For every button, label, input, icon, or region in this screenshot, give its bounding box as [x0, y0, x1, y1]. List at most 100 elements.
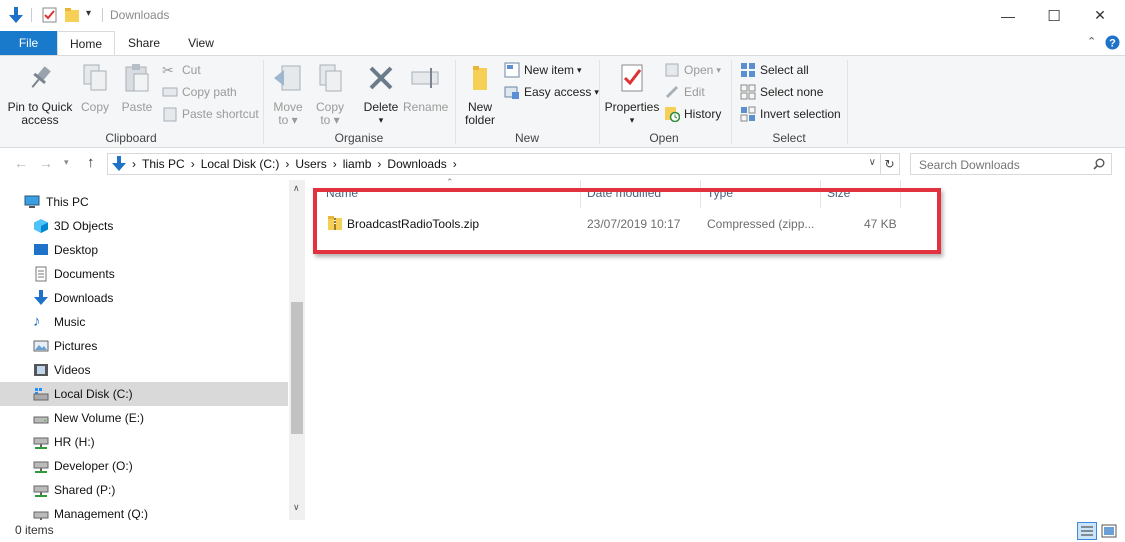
- nav-item-hr[interactable]: HR (H:): [0, 430, 288, 454]
- properties-label: Properties: [604, 100, 660, 114]
- navigation-bar: ← → ▾ ↑ › This PC › Local Disk (C:) › Us…: [0, 149, 1125, 179]
- search-input[interactable]: [917, 157, 1091, 173]
- properties-quick-icon[interactable]: [42, 7, 57, 23]
- copy-to-button[interactable]: Copy to ▾: [312, 62, 348, 127]
- scrollbar-thumb[interactable]: [291, 302, 303, 434]
- breadcrumb-this-pc[interactable]: This PC: [142, 157, 185, 171]
- nav-item-new-volume[interactable]: New Volume (E:): [0, 406, 288, 430]
- customize-quick-access-icon[interactable]: ▾: [86, 8, 91, 19]
- refresh-icon: ↻: [884, 157, 895, 171]
- properties-dropdown-icon[interactable]: ▾: [604, 114, 660, 127]
- new-item-button[interactable]: New item ▾: [504, 60, 582, 80]
- address-dropdown-icon[interactable]: ∨: [869, 157, 876, 168]
- open-button[interactable]: Open ▾: [664, 60, 721, 80]
- large-icons-view-icon[interactable]: [1101, 523, 1117, 539]
- copy-to-icon: [319, 64, 342, 92]
- breadcrumb-separator-icon[interactable]: ›: [285, 157, 289, 171]
- select-none-label: Select none: [760, 85, 824, 99]
- tab-share[interactable]: Share: [119, 31, 169, 55]
- scissors-icon: ✂: [162, 62, 174, 78]
- nav-item-music[interactable]: ♪ Music: [0, 310, 288, 334]
- breadcrumb-downloads[interactable]: Downloads: [387, 157, 446, 171]
- recent-locations-icon[interactable]: ▾: [64, 157, 69, 168]
- breadcrumb-separator-icon[interactable]: ›: [333, 157, 337, 171]
- svg-text:?: ?: [1109, 38, 1116, 50]
- select-all-button[interactable]: Select all: [740, 60, 809, 80]
- breadcrumb-separator-icon[interactable]: ›: [191, 157, 195, 171]
- forward-arrow-icon[interactable]: →: [39, 155, 53, 171]
- nav-label: Management (Q:): [54, 507, 149, 520]
- easy-access-label: Easy access: [524, 85, 592, 99]
- desktop-icon: [34, 244, 48, 255]
- paste-button[interactable]: Paste: [118, 62, 156, 114]
- back-arrow-icon[interactable]: ←: [14, 155, 28, 171]
- nav-item-videos[interactable]: Videos: [0, 358, 288, 382]
- maximize-button[interactable]: ☐: [1031, 0, 1077, 31]
- paste-label: Paste: [121, 100, 153, 114]
- delete-dropdown-icon[interactable]: ▾: [361, 114, 401, 127]
- search-box[interactable]: [910, 153, 1112, 175]
- nav-item-management[interactable]: Management (Q:): [0, 502, 288, 520]
- nav-item-this-pc[interactable]: This PC: [0, 190, 288, 214]
- collapse-ribbon-icon[interactable]: ⌃: [1087, 35, 1096, 48]
- nav-label: HR (H:): [54, 435, 95, 449]
- invert-selection-button[interactable]: Invert selection: [740, 104, 841, 124]
- nav-item-downloads[interactable]: Downloads: [0, 286, 288, 310]
- rename-button[interactable]: Rename: [403, 62, 448, 114]
- nav-item-pictures[interactable]: Pictures: [0, 334, 288, 358]
- nav-item-desktop[interactable]: Desktop: [0, 238, 288, 262]
- nav-pane-scrollbar[interactable]: ∧ ∨: [289, 180, 305, 520]
- nav-label: New Volume (E:): [54, 411, 145, 425]
- window-title: Downloads: [110, 8, 170, 22]
- nav-item-local-disk[interactable]: Local Disk (C:): [0, 382, 288, 406]
- move-to-button[interactable]: Move to ▾: [270, 62, 306, 127]
- copy-path-button[interactable]: Copy path: [162, 82, 237, 102]
- tab-view[interactable]: View: [176, 31, 226, 55]
- breadcrumb-separator-icon[interactable]: ›: [453, 157, 457, 171]
- new-folder-quick-icon[interactable]: [64, 7, 80, 23]
- scroll-up-icon[interactable]: ∧: [293, 183, 300, 194]
- tab-file[interactable]: File: [0, 31, 57, 55]
- refresh-button[interactable]: ↻: [880, 153, 900, 175]
- nav-label: Documents: [54, 267, 115, 281]
- paste-shortcut-icon: [163, 107, 177, 122]
- drive-icon: [33, 416, 49, 424]
- breadcrumb-users[interactable]: Users: [295, 157, 326, 171]
- pin-icon: [31, 66, 51, 88]
- close-button[interactable]: ✕: [1077, 0, 1123, 31]
- select-none-icon: [740, 84, 756, 100]
- nav-item-shared[interactable]: Shared (P:): [0, 478, 288, 502]
- search-icon[interactable]: [1093, 158, 1105, 170]
- history-icon: [665, 107, 680, 122]
- tab-home[interactable]: Home: [57, 31, 115, 55]
- nav-label: Shared (P:): [54, 483, 116, 497]
- address-bar[interactable]: › This PC › Local Disk (C:) › Users › li…: [107, 153, 881, 175]
- details-view-icon[interactable]: [1077, 522, 1097, 540]
- new-folder-button[interactable]: New folder: [460, 62, 500, 127]
- properties-button[interactable]: Properties ▾: [604, 62, 660, 127]
- select-none-button[interactable]: Select none: [740, 82, 823, 102]
- copy-button[interactable]: Copy: [78, 62, 112, 114]
- scroll-down-icon[interactable]: ∨: [293, 502, 300, 513]
- nav-item-3d-objects[interactable]: 3D Objects: [0, 214, 288, 238]
- history-label: History: [684, 107, 722, 121]
- sort-ascending-icon: ⌃: [446, 177, 454, 187]
- edit-button[interactable]: Edit: [664, 82, 705, 102]
- breadcrumb-separator-icon[interactable]: ›: [377, 157, 381, 171]
- breadcrumb-liamb[interactable]: liamb: [343, 157, 372, 171]
- easy-access-button[interactable]: Easy access ▾: [504, 82, 599, 102]
- up-arrow-icon[interactable]: ↑: [87, 154, 95, 171]
- pin-to-quick-access-button[interactable]: Pin to Quick access: [4, 62, 76, 127]
- help-icon[interactable]: ?: [1105, 35, 1120, 50]
- title-bar: ▾ Downloads — ☐ ✕: [0, 0, 1125, 31]
- history-button[interactable]: History: [664, 104, 721, 124]
- cut-button[interactable]: ✂ Cut: [162, 60, 201, 80]
- minimize-button[interactable]: —: [985, 0, 1031, 31]
- paste-shortcut-button[interactable]: Paste shortcut: [162, 104, 259, 124]
- breadcrumb-separator-icon[interactable]: ›: [132, 157, 136, 171]
- nav-item-developer[interactable]: Developer (O:): [0, 454, 288, 478]
- nav-item-documents[interactable]: Documents: [0, 262, 288, 286]
- delete-button[interactable]: Delete ▾: [361, 62, 401, 127]
- breadcrumb-local-disk[interactable]: Local Disk (C:): [201, 157, 280, 171]
- nav-label: Developer (O:): [54, 459, 133, 473]
